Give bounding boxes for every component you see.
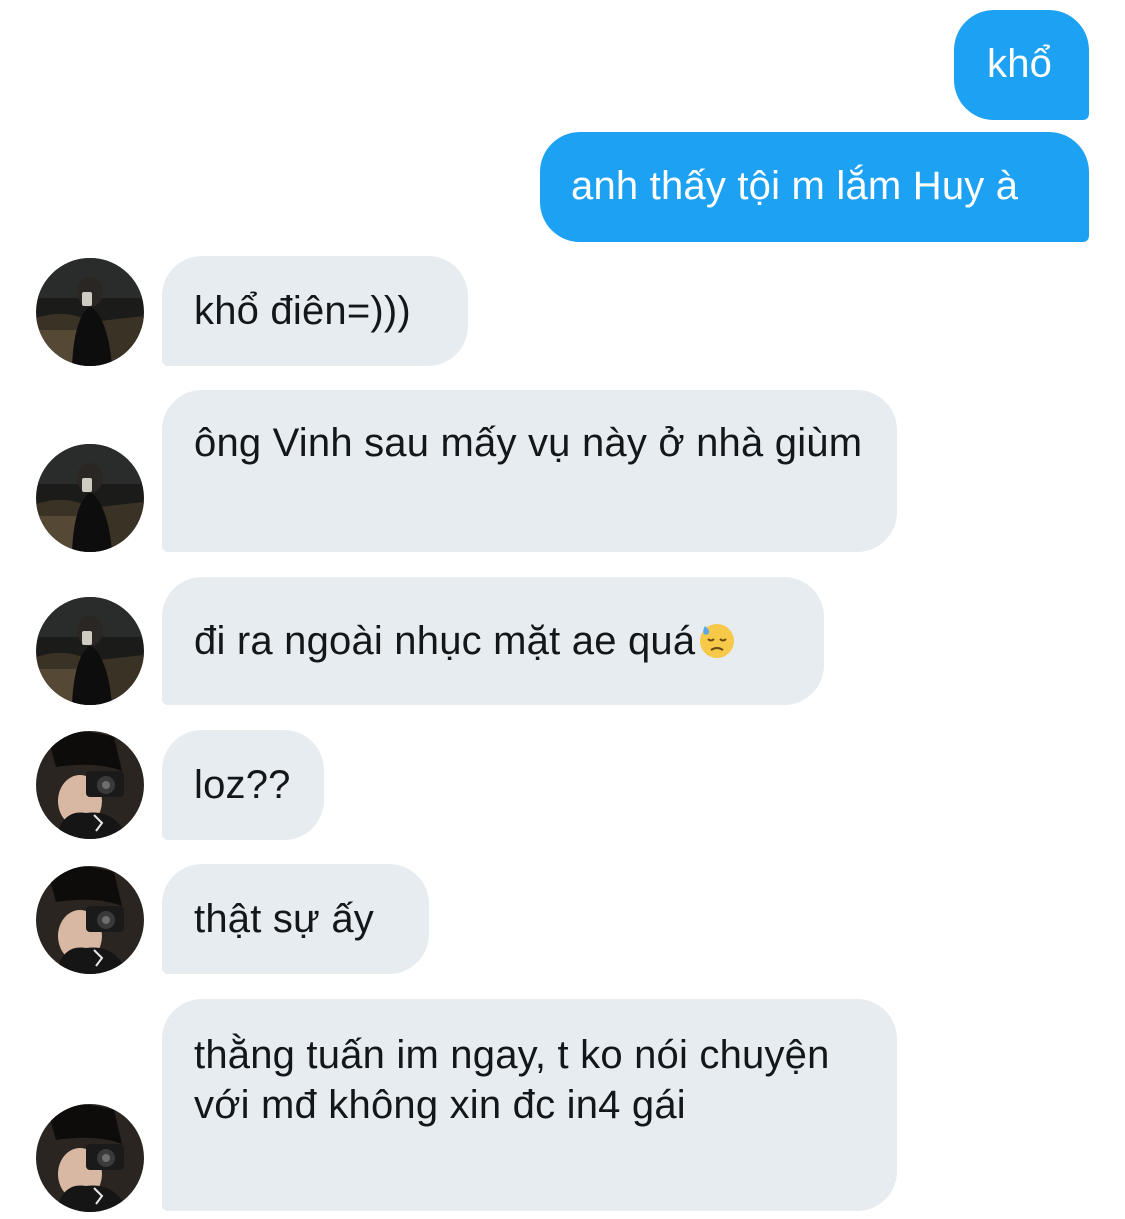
avatar[interactable] [36, 444, 144, 552]
message-text: loz?? [194, 763, 291, 807]
outgoing-message[interactable]: khổ [954, 10, 1089, 120]
avatar-dark-hoodie-icon [36, 597, 144, 705]
avatar-camera-icon [36, 1104, 144, 1212]
avatar-camera-icon [36, 731, 144, 839]
outgoing-message[interactable]: anh thấy tội m lắm Huy à [540, 132, 1089, 242]
avatar-dark-hoodie-icon [36, 444, 144, 552]
incoming-message[interactable]: thằng tuấn im ngay, t ko nói chuyện với … [162, 999, 897, 1211]
avatar[interactable] [36, 1104, 144, 1212]
avatar[interactable] [36, 258, 144, 366]
message-text: đi ra ngoài nhục mặt ae quá [194, 619, 696, 663]
message-text: thật sự ấy [194, 897, 374, 941]
incoming-message[interactable]: đi ra ngoài nhục mặt ae quá [162, 577, 824, 705]
downcast-face-with-sweat-emoji-icon [700, 624, 735, 658]
message-thread: khổ anh thấy tội m lắm Huy à khổ điên=))… [0, 0, 1125, 1219]
avatar[interactable] [36, 597, 144, 705]
message-text: thằng tuấn im ngay, t ko nói chuyện với … [194, 1033, 830, 1127]
message-text: anh thấy tội m lắm Huy à [571, 164, 1019, 208]
message-text: khổ điên=))) [194, 289, 411, 333]
message-text: khổ [987, 42, 1053, 86]
incoming-message[interactable]: thật sự ấy [162, 864, 429, 974]
incoming-message[interactable]: khổ điên=))) [162, 256, 468, 366]
incoming-message[interactable]: ông Vinh sau mấy vụ này ở nhà giùm [162, 390, 897, 552]
message-text: ông Vinh sau mấy vụ này ở nhà giùm [194, 421, 863, 465]
avatar-dark-hoodie-icon [36, 258, 144, 366]
avatar-camera-icon [36, 866, 144, 974]
incoming-message[interactable]: loz?? [162, 730, 324, 840]
avatar[interactable] [36, 731, 144, 839]
avatar[interactable] [36, 866, 144, 974]
